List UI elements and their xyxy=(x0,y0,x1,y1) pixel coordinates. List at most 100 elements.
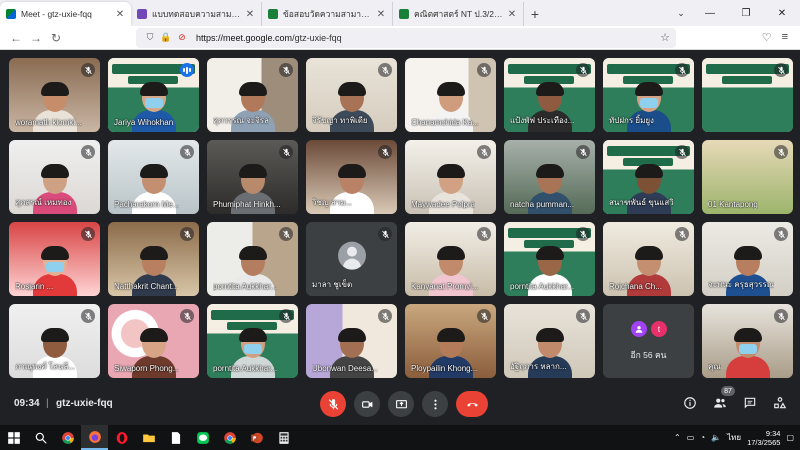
participant-tile[interactable]: porntita Aukkhar... xyxy=(207,304,298,378)
back-icon[interactable]: ← xyxy=(6,28,26,48)
close-icon[interactable]: ✕ xyxy=(115,9,125,20)
activities-button[interactable] xyxy=(770,393,790,413)
taskbar-opera[interactable] xyxy=(108,425,135,450)
participant-tile[interactable]: ศุภสรณ์ เหมทอง xyxy=(9,140,100,214)
participant-name: Jariya Wihokhan xyxy=(114,118,174,127)
taskbar-explorer[interactable] xyxy=(135,425,162,450)
network-icon[interactable]: ◔ xyxy=(700,433,705,442)
participant-tile[interactable]: Chanamchida Ka... xyxy=(405,58,496,132)
participant-tile[interactable]: ภาณุพงศ์ โลนลี... xyxy=(9,304,100,378)
powerpoint-icon xyxy=(250,432,263,443)
mic-off-icon xyxy=(576,63,590,77)
present-button[interactable] xyxy=(388,391,414,417)
participant-tile[interactable]: woramath klomkl... xyxy=(9,58,100,132)
nav-bar: ← → ↻ ⛉ 🔒 ⊘ https://meet.google.com/gtz-… xyxy=(0,26,800,50)
participant-tile[interactable]: 01 Kantapong xyxy=(702,140,793,214)
mic-off-icon xyxy=(477,227,491,241)
participant-tile[interactable]: แป้งพัฟ ประเทือง... xyxy=(504,58,595,132)
taskbar-chrome-2[interactable] xyxy=(216,425,243,450)
tab-list-icon[interactable]: ⌄ xyxy=(670,0,692,26)
taskbar-line[interactable] xyxy=(189,425,216,450)
address-bar[interactable]: ⛉ 🔒 ⊘ https://meet.google.com/gtz-uxie-f… xyxy=(136,27,676,48)
participant-tile[interactable]: Maywadee Polpra xyxy=(405,140,496,214)
mic-off-icon xyxy=(774,63,788,77)
close-window-icon[interactable]: ✕ xyxy=(764,0,800,26)
taskbar-clock[interactable]: 9:34 17/3/2565 xyxy=(747,429,780,447)
participant-tile[interactable]: ทัปฝกร ยิ้มยูง xyxy=(603,58,694,132)
more-options-button[interactable] xyxy=(422,391,448,417)
participant-name: Siwaporn Phong... xyxy=(114,364,180,373)
start-button[interactable] xyxy=(0,425,27,450)
participant-tile[interactable]: Ploypailin Khong... xyxy=(405,304,496,378)
leave-call-button[interactable] xyxy=(456,391,488,417)
battery-icon[interactable]: ▭ xyxy=(687,433,695,442)
lock-icon[interactable]: 🔒 xyxy=(158,32,174,43)
close-icon[interactable]: ✕ xyxy=(245,9,255,20)
mic-off-icon xyxy=(81,145,95,159)
people-button[interactable]: 87 xyxy=(710,386,735,413)
participant-tile[interactable]: จะพนะ ครุธสุวรรณ xyxy=(702,222,793,296)
close-icon[interactable]: ✕ xyxy=(376,9,386,20)
participant-tile[interactable]: Phumiphat Hinkh... xyxy=(207,140,298,214)
close-icon[interactable]: ✕ xyxy=(507,9,517,20)
tab-sheets-2[interactable]: คณิตศาสตร์ NT ป.3/2564 (การค ✕ xyxy=(393,2,524,26)
mic-off-button[interactable] xyxy=(320,391,346,417)
participant-tile[interactable]: คุณ xyxy=(702,304,793,378)
more-participants-tile[interactable]: t อีก 56 คน xyxy=(603,304,694,378)
search-button[interactable] xyxy=(27,425,54,450)
separator: | xyxy=(46,398,49,409)
shield-icon[interactable]: ⛉ xyxy=(142,32,158,43)
mic-off-icon xyxy=(477,145,491,159)
pocket-icon[interactable]: ♡ xyxy=(762,31,772,44)
star-icon[interactable]: ☆ xyxy=(660,31,670,44)
participant-tile[interactable]: Ubonwan Deesa... xyxy=(306,304,397,378)
participant-tile[interactable]: Kanyanat Promyi... xyxy=(405,222,496,296)
keyboard-layout[interactable]: ไทย xyxy=(727,431,741,444)
participant-tile[interactable] xyxy=(702,58,793,132)
new-tab-button[interactable]: + xyxy=(524,2,546,26)
more-participants-label: อีก 56 คน xyxy=(630,350,667,360)
participant-tile[interactable]: มาลา ชูเข็ต xyxy=(306,222,397,296)
participant-tile[interactable]: Siwaporn Phong... xyxy=(108,304,199,378)
participant-tile[interactable]: Rosjarin ... xyxy=(9,222,100,296)
participant-tile[interactable]: จิรัชญา ทาพิเดีย xyxy=(306,58,397,132)
participant-tile[interactable]: Jariya Wihokhan xyxy=(108,58,199,132)
menu-icon[interactable]: ≡ xyxy=(782,31,788,44)
tab-forms[interactable]: แบบทดสอบความสามารถด้านคณิต ✕ xyxy=(131,2,262,26)
participant-name: Ploypailin Khong... xyxy=(411,364,478,373)
minimize-icon[interactable]: — xyxy=(692,0,728,26)
participant-tile[interactable]: Rojchana Ch... xyxy=(603,222,694,296)
participant-tile[interactable]: อัฐิฤภาร หลาก... xyxy=(504,304,595,378)
taskbar-chrome[interactable] xyxy=(54,425,81,450)
camera-permission-icon[interactable]: ⊘ xyxy=(174,32,190,43)
taskbar-firefox[interactable] xyxy=(81,425,108,450)
taskbar-file[interactable] xyxy=(162,425,189,450)
calculator-icon xyxy=(278,431,289,444)
participant-tile[interactable]: natcha pumman... xyxy=(504,140,595,214)
participant-name: 01 Kantapong xyxy=(708,200,758,209)
notification-icon[interactable]: ▢ xyxy=(786,433,794,442)
restore-icon[interactable]: ❐ xyxy=(728,0,764,26)
meeting-details-button[interactable] xyxy=(680,393,700,413)
participant-name: ศุภสรณ์ เหมทอง xyxy=(15,198,72,207)
volume-icon[interactable]: 🔈 xyxy=(711,433,721,442)
participant-tile[interactable]: Natthakrit Chant... xyxy=(108,222,199,296)
participant-tile[interactable]: ศุภวรรณ จะจิรล xyxy=(207,58,298,132)
tab-sheets-1[interactable]: ข้อสอบวัดความสามารถทางคณิต ✕ xyxy=(262,2,393,26)
chat-button[interactable] xyxy=(740,393,760,413)
participant-grid: woramath klomkl... Jariya Wihokhan ศุภวรรณ… xyxy=(9,58,793,380)
camera-button[interactable] xyxy=(354,391,380,417)
forward-icon[interactable]: → xyxy=(26,28,46,48)
tab-meet[interactable]: Meet - gtz-uxie-fqq ✕ xyxy=(0,2,131,26)
taskbar-powerpoint[interactable] xyxy=(243,425,270,450)
participant-tile[interactable]: porntita Aukkhar... xyxy=(504,222,595,296)
taskbar-calculator[interactable] xyxy=(270,425,297,450)
participant-tile[interactable]: Pacharakorn Me... xyxy=(108,140,199,214)
reload-icon[interactable]: ↻ xyxy=(46,28,66,48)
participant-tile[interactable]: วิชญ สาม... xyxy=(306,140,397,214)
participant-tile[interactable]: porntita Aukkhar... xyxy=(207,222,298,296)
call-end-icon xyxy=(466,402,478,407)
participant-tile[interactable]: สนาฑพันธ์ ขุนแสวิ xyxy=(603,140,694,214)
mic-off-icon xyxy=(81,227,95,241)
chevron-up-icon[interactable]: ⌃ xyxy=(674,433,681,442)
